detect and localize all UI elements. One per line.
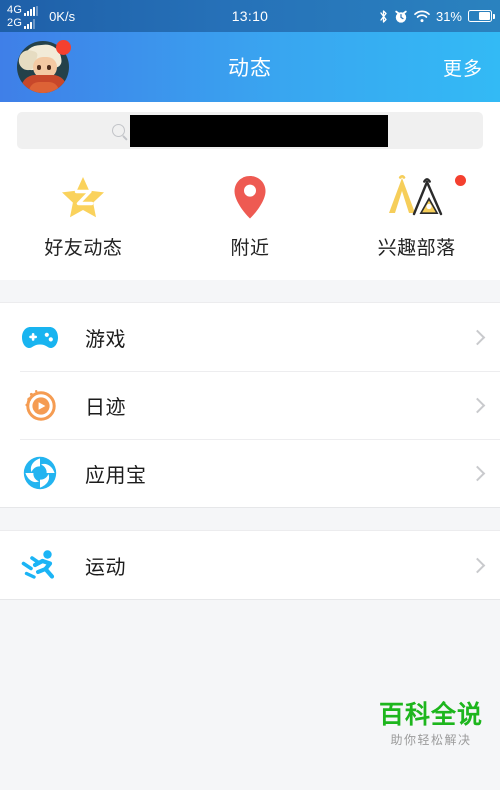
chevron-right-icon — [469, 329, 486, 345]
section-gap — [0, 508, 500, 530]
search-section — [0, 102, 500, 160]
watermark: 百科全说 助你轻松解决 — [379, 701, 483, 748]
shortcut-label: 兴趣部落 — [377, 238, 456, 259]
list-item-label: 游戏 — [85, 328, 126, 351]
watermark-subtitle: 助你轻松解决 — [390, 733, 472, 748]
list-item-games[interactable]: 游戏 — [0, 303, 500, 371]
gamepad-icon — [20, 317, 60, 357]
more-button[interactable]: 更多 — [443, 54, 483, 81]
myapp-pinwheel-icon — [20, 453, 60, 493]
running-person-icon — [20, 545, 60, 585]
shortcut-interest-tribe[interactable]: 兴趣部落 — [333, 174, 500, 260]
chevron-right-icon — [469, 465, 486, 481]
avatar-button[interactable] — [17, 40, 71, 93]
page-title: 动态 — [228, 57, 272, 80]
shortcut-label: 附近 — [230, 238, 270, 259]
status-bar: 4G 2G 0K/s 13:10 31% — [0, 0, 500, 32]
list-item-label: 应用宝 — [85, 464, 147, 487]
chevron-right-icon — [469, 397, 486, 413]
search-placeholder-redaction — [130, 114, 388, 147]
tent-tribe-icon — [333, 174, 500, 220]
list-item-sports[interactable]: 运动 — [0, 531, 500, 599]
shortcut-notification-dot — [455, 175, 467, 186]
shortcut-nearby[interactable]: 附近 — [167, 174, 334, 260]
list-item-label: 日迹 — [85, 396, 126, 419]
play-circle-icon — [20, 385, 60, 425]
list-item-daily-trace[interactable]: 日迹 — [0, 371, 500, 439]
list-group-sports: 运动 — [0, 530, 500, 600]
shortcut-label: 好友动态 — [44, 238, 123, 259]
status-clock: 13:10 — [231, 8, 269, 24]
section-gap — [0, 280, 500, 302]
search-input[interactable] — [17, 112, 483, 149]
location-pin-icon — [167, 174, 334, 220]
list-item-myapp[interactable]: 应用宝 — [0, 439, 500, 507]
battery-icon — [468, 10, 495, 22]
avatar-notification-dot — [56, 40, 71, 55]
shortcut-row: 好友动态 附近 兴趣部落 — [0, 160, 500, 280]
watermark-title: 百科全说 — [378, 701, 483, 730]
search-icon — [112, 124, 125, 137]
shortcut-friend-feed[interactable]: 好友动态 — [0, 174, 167, 260]
chevron-right-icon — [469, 557, 486, 573]
list-item-label: 运动 — [85, 556, 126, 579]
list-group-apps: 游戏 日迹 应用宝 — [0, 302, 500, 508]
app-header: 动态 更多 — [0, 32, 500, 102]
qzone-star-icon — [0, 174, 167, 220]
